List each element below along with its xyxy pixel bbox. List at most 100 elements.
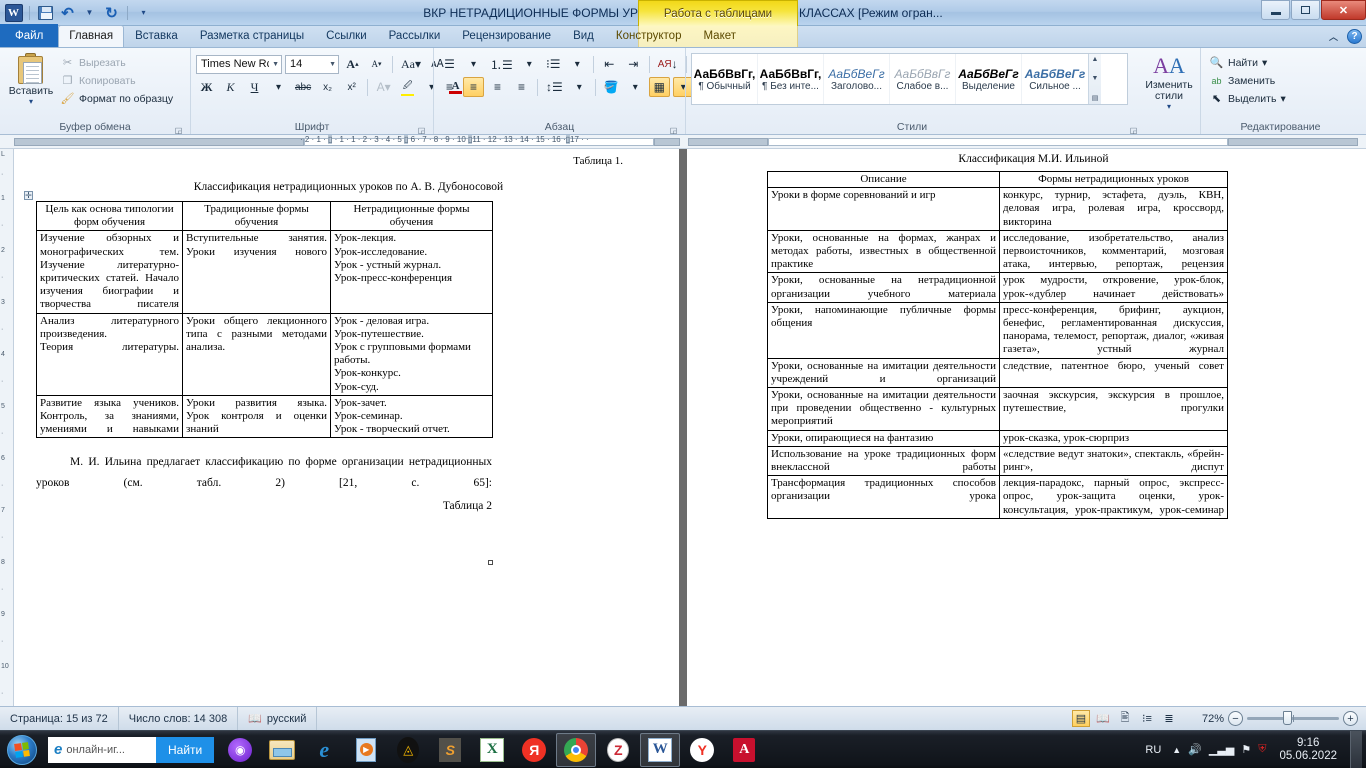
editing-commands[interactable]: 🔍 Найти ▾ ab Заменить ⬉ Выделить ▾ (1206, 51, 1289, 107)
language-indicator[interactable]: RU (1141, 744, 1165, 756)
minimize-button[interactable] (1261, 0, 1290, 20)
multilevel-dropdown-icon[interactable]: ▾ (567, 54, 588, 74)
more-styles-icon[interactable]: ▤ (1092, 94, 1099, 102)
find-dropdown-icon[interactable]: ▾ (1262, 57, 1267, 69)
window-controls[interactable]: ✕ (1260, 0, 1366, 22)
status-page-number[interactable]: Страница: 15 из 72 (0, 707, 119, 730)
view-full-screen-reading-icon[interactable]: 📖 (1094, 710, 1112, 727)
volume-icon[interactable]: 🔊 (1188, 743, 1202, 756)
table-move-handle-icon[interactable]: ✛ (24, 191, 33, 200)
styles-gallery-scrollbar[interactable]: ▲ ▼ ▤ (1088, 54, 1101, 104)
style-item-normal[interactable]: АаБбВвГг, ¶ Обычный (692, 54, 758, 104)
classification-table-2[interactable]: Описание Формы нетрадиционных уроков Уро… (767, 170, 1228, 519)
zoom-in-icon[interactable]: + (1343, 711, 1358, 726)
close-button[interactable]: ✕ (1321, 0, 1366, 20)
status-language[interactable]: 📖 русский (238, 707, 318, 730)
start-button[interactable] (0, 732, 44, 768)
chevron-down-icon[interactable]: ▼ (269, 61, 279, 68)
proofing-errors-icon[interactable]: 📖 (248, 712, 262, 725)
ruler-track[interactable] (0, 137, 1366, 147)
clipboard-dialog-launcher-icon[interactable]: ◲ (174, 124, 183, 135)
select-button[interactable]: ⬉ Выделить ▾ (1206, 90, 1289, 107)
undo-dropdown-icon[interactable]: ▼ (80, 3, 99, 22)
zoom-slider[interactable]: − + (1228, 711, 1358, 726)
zoom-slider-handle[interactable] (1283, 711, 1292, 725)
file-explorer-icon[interactable] (262, 733, 302, 767)
superscript-icon[interactable]: x² (341, 77, 362, 97)
style-item-no-spacing[interactable]: АаБбВвГг, ¶ Без инте... (758, 54, 824, 104)
shrink-font-icon[interactable]: A ▾ (366, 54, 387, 74)
change-styles-button[interactable]: AA Изменить стили ▾ (1143, 51, 1195, 111)
status-word-count[interactable]: Число слов: 14 308 (119, 707, 239, 730)
taskbar-pinned-apps[interactable]: ◉ e ▶ ◬ S X Я Z W Y A (220, 732, 764, 767)
tab-page-layout[interactable]: Разметка страницы (189, 25, 315, 47)
redo-icon[interactable]: ↻ (102, 3, 121, 22)
ribbon-tabs[interactable]: Файл Главная Вставка Разметка страницы С… (0, 24, 1366, 48)
yandex-browser-icon[interactable]: Я (514, 733, 554, 767)
classification-table-1[interactable]: Цель как основа типологии форм обучения … (36, 200, 493, 439)
change-styles-dropdown-icon[interactable]: ▾ (1167, 102, 1171, 111)
sort-icon[interactable]: AЯ ↓ (655, 54, 681, 74)
font-size-combo[interactable]: 14 ▼ (285, 54, 339, 74)
style-item-strong[interactable]: АаБбВеГг Сильное ... (1022, 54, 1088, 104)
action-center-icon[interactable]: ⚑ (1241, 743, 1251, 756)
align-right-icon[interactable]: ≡ (487, 77, 508, 97)
scroll-up-icon[interactable]: ▲ (1092, 56, 1099, 63)
font-row-1[interactable]: Times New Rc ▼ 14 ▼ A ▴ A ▾ Aa ▾ 🗚 (196, 54, 448, 74)
increase-indent-icon[interactable]: ⇥ (623, 54, 644, 74)
adobe-app-icon[interactable]: ◬ (388, 733, 428, 767)
replace-button[interactable]: ab Заменить (1206, 72, 1289, 89)
customize-qat-icon[interactable]: ▾ (134, 3, 153, 22)
table-resize-handle[interactable] (488, 560, 493, 565)
taskbar-search-bar[interactable]: e онлайн-иг... Найти (48, 736, 215, 763)
italic-icon[interactable]: К (220, 77, 241, 97)
underline-icon[interactable]: Ч (244, 77, 265, 97)
antivirus-icon[interactable]: ⛨ (1258, 743, 1266, 756)
style-item-subtle-emphasis[interactable]: АаБбВвГг Слабое в... (890, 54, 956, 104)
excel-icon[interactable]: X (472, 733, 512, 767)
internet-explorer-taskbar-icon[interactable]: e (304, 733, 344, 767)
cut-button[interactable]: ✂ Вырезать (57, 54, 176, 71)
strikethrough-icon[interactable]: abc (292, 77, 314, 97)
sublime-text-icon[interactable]: S (430, 733, 470, 767)
windows-taskbar[interactable]: e онлайн-иг... Найти ◉ e ▶ ◬ S X Я Z W Y… (0, 730, 1366, 768)
collapse-ribbon-icon[interactable]: ︿ (1326, 29, 1341, 44)
restore-button[interactable] (1291, 0, 1320, 20)
tab-file[interactable]: Файл (0, 24, 59, 47)
subscript-icon[interactable]: x₂ (317, 77, 338, 97)
justify-icon[interactable]: ≡ (511, 77, 532, 97)
underline-dropdown-icon[interactable]: ▾ (268, 77, 289, 97)
change-case-icon[interactable]: Aa ▾ (398, 54, 424, 74)
document-workspace[interactable]: L · 1 · 2 · 3 · 4 · 5 · 6 · 7 · 8 · 9 · … (0, 149, 1366, 706)
multilevel-list-icon[interactable]: ⁝☰ (543, 54, 564, 74)
zoom-track[interactable] (1247, 711, 1339, 725)
tab-references[interactable]: Ссылки (315, 25, 378, 47)
quick-access-toolbar[interactable]: W ↶ ▼ ↻ ▾ (0, 3, 153, 22)
zotero-icon[interactable]: Z (598, 733, 638, 767)
view-print-layout-icon[interactable]: ▤ (1072, 710, 1090, 727)
tab-table-layout[interactable]: Макет (692, 25, 747, 47)
tab-insert[interactable]: Вставка (124, 25, 189, 47)
bullets-dropdown-icon[interactable]: ▾ (463, 54, 484, 74)
scroll-down-icon[interactable]: ▼ (1092, 75, 1099, 82)
paste-button[interactable]: Вставить ▾ (5, 51, 57, 106)
tab-view[interactable]: Вид (562, 25, 605, 47)
document-page-left[interactable]: Таблица 1. Классификация нетрадиционных … (14, 149, 679, 706)
help-icon[interactable]: ? (1347, 29, 1362, 44)
zoom-out-icon[interactable]: − (1228, 711, 1243, 726)
yandex-alice-icon[interactable]: ◉ (220, 733, 260, 767)
text-effects-icon[interactable]: A ▾ (373, 77, 394, 97)
view-outline-icon[interactable]: ⁝≡ (1138, 710, 1156, 727)
word-taskbar-icon[interactable]: W (640, 732, 681, 767)
line-spacing-dropdown-icon[interactable]: ▾ (569, 77, 590, 97)
horizontal-ruler[interactable]: · 2 · 1 · ▯ · 1 · 1 · 2 · 3 · 4 · 5 ▯ 6 … (0, 135, 1366, 149)
view-web-layout-icon[interactable]: 🖹 (1116, 710, 1134, 727)
acrobat-reader-icon[interactable]: A (724, 733, 764, 767)
tab-table-design[interactable]: Конструктор (605, 25, 693, 47)
style-item-heading[interactable]: АаБбВеГг Заголово... (824, 54, 890, 104)
yandex-icon[interactable]: Y (682, 733, 722, 767)
numbering-icon[interactable]: ⒈☰ (487, 54, 516, 74)
font-dialog-launcher-icon[interactable]: ◲ (417, 124, 426, 135)
view-draft-icon[interactable]: ≣ (1160, 710, 1178, 727)
word-logo-icon[interactable]: W (4, 3, 23, 22)
